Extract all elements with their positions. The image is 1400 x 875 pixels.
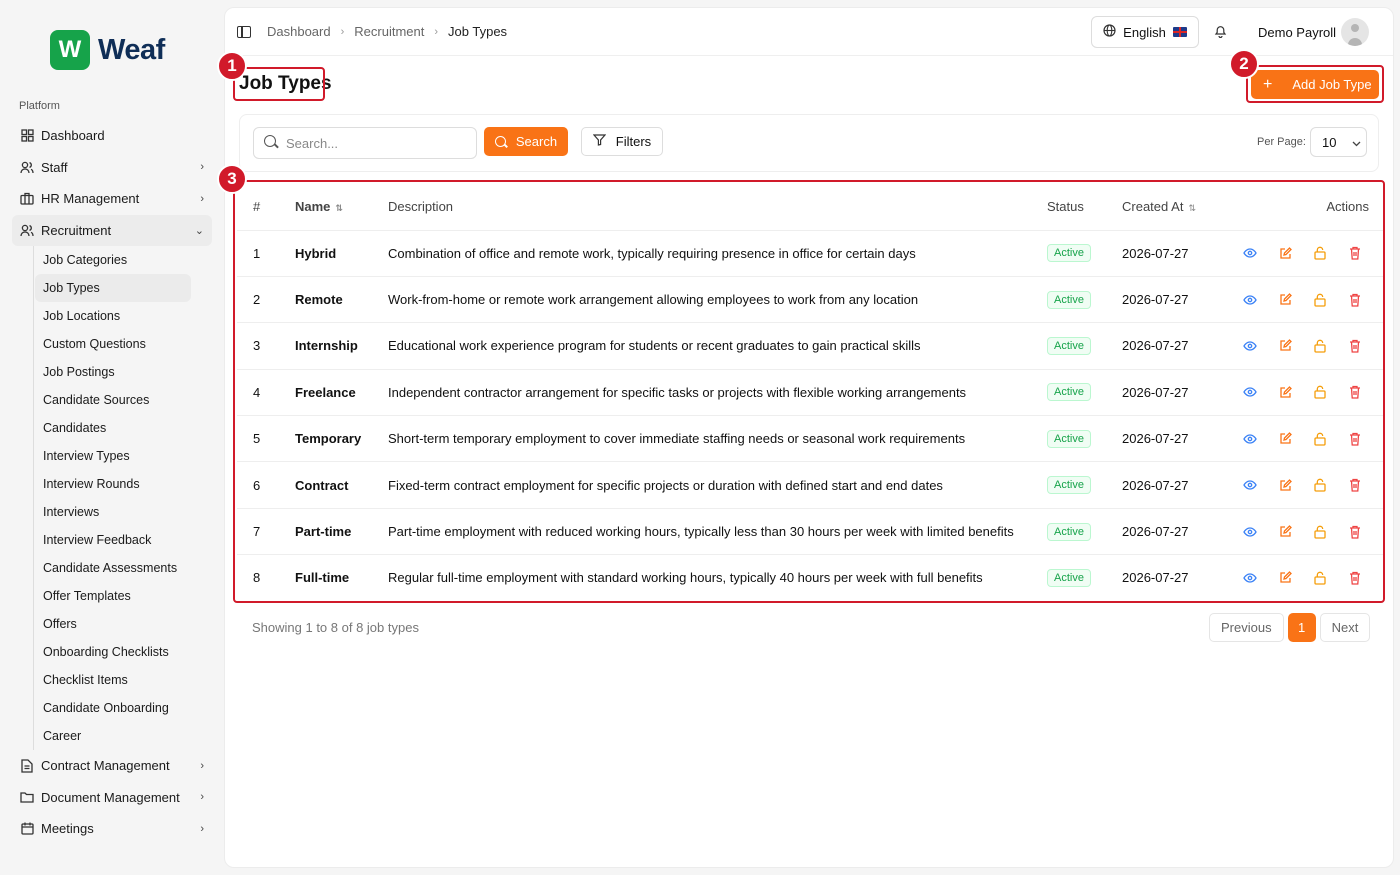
- per-page-value: 10: [1322, 134, 1337, 150]
- bell-icon[interactable]: [1214, 24, 1227, 41]
- folder-icon: [20, 790, 34, 804]
- subnav-job-types[interactable]: Job Types: [35, 274, 191, 302]
- annotation-badge-3: 3: [217, 164, 247, 194]
- search-icon: [494, 136, 506, 147]
- subnav-job-postings[interactable]: Job Postings: [35, 358, 191, 386]
- filter-bar: Search Filters Per Page: 10: [239, 114, 1379, 172]
- subnav-offers[interactable]: Offers: [35, 610, 191, 638]
- avatar[interactable]: [1341, 18, 1369, 46]
- pagination-summary: Showing 1 to 8 of 8 job types: [252, 620, 419, 635]
- subnav-onboarding-checklists[interactable]: Onboarding Checklists: [35, 638, 191, 666]
- sidebar-item-document-management[interactable]: Document Management ›: [12, 782, 212, 814]
- recruitment-subnav: Job Categories Job Types Job Locations C…: [33, 246, 212, 750]
- per-page-select[interactable]: 10: [1310, 127, 1367, 157]
- sidebar-item-label: Meetings: [41, 821, 94, 837]
- sidebar-item-label: Recruitment: [41, 222, 112, 238]
- uk-flag-icon: [1172, 27, 1187, 37]
- logo-text: Weaf: [98, 33, 165, 66]
- section-label: Platform: [19, 100, 60, 112]
- subnav-interview-feedback[interactable]: Interview Feedback: [35, 526, 191, 554]
- chevron-right-icon: ›: [434, 25, 439, 38]
- annotation-badge-2: 2: [1229, 49, 1259, 79]
- chevron-down-icon: ⌄: [194, 224, 204, 237]
- sidebar: W Weaf Platform Dashboard Staff › HR Man…: [0, 0, 222, 875]
- sidebar-nav: Dashboard Staff › HR Management › Recrui…: [12, 120, 212, 845]
- logo[interactable]: W Weaf: [50, 30, 165, 70]
- chevron-right-icon: ›: [200, 759, 204, 772]
- sidebar-item-label: Dashboard: [41, 128, 105, 144]
- chevron-right-icon: ›: [200, 791, 204, 804]
- sidebar-item-hr-management[interactable]: HR Management ›: [12, 183, 212, 215]
- annotation-box-1: [233, 67, 325, 101]
- subnav-checklist-items[interactable]: Checklist Items: [35, 666, 191, 694]
- per-page-label: Per Page:: [1257, 136, 1306, 148]
- sidebar-item-label: Document Management: [41, 789, 180, 805]
- breadcrumb-current: Job Types: [448, 24, 508, 39]
- sidebar-item-recruitment[interactable]: Recruitment ⌄: [12, 214, 212, 246]
- chevron-right-icon: ›: [200, 822, 204, 835]
- chevron-right-icon: ›: [200, 161, 204, 174]
- sidebar-toggle-icon[interactable]: [237, 25, 251, 38]
- briefcase-icon: [20, 192, 34, 206]
- previous-button[interactable]: Previous: [1209, 613, 1284, 642]
- breadcrumb: Dashboard › Recruitment › Job Types: [237, 24, 507, 39]
- annotation-badge-1: 1: [217, 51, 247, 81]
- chevron-right-icon: ›: [200, 192, 204, 205]
- search-button-label: Search: [515, 134, 558, 149]
- subnav-offer-templates[interactable]: Offer Templates: [35, 582, 191, 610]
- filters-label: Filters: [615, 134, 652, 149]
- subnav-career[interactable]: Career: [35, 722, 191, 750]
- subnav-candidate-onboarding[interactable]: Candidate Onboarding: [35, 694, 191, 722]
- subnav-job-categories[interactable]: Job Categories: [35, 246, 191, 274]
- file-icon: [20, 759, 34, 773]
- language-label: English: [1123, 24, 1166, 40]
- user-icon: [20, 223, 34, 237]
- annotation-box-3: [233, 180, 1385, 603]
- chevron-down-icon: [1352, 135, 1361, 150]
- globe-icon: [1103, 24, 1116, 40]
- calendar-icon: [20, 822, 34, 836]
- sidebar-item-meetings[interactable]: Meetings ›: [12, 813, 212, 845]
- breadcrumb-dashboard[interactable]: Dashboard: [267, 24, 331, 39]
- annotation-box-2: [1246, 65, 1384, 103]
- subnav-job-locations[interactable]: Job Locations: [35, 302, 191, 330]
- filter-icon: [592, 134, 607, 149]
- chevron-right-icon: ›: [340, 25, 345, 38]
- grid-icon: [20, 129, 34, 143]
- page-button-current[interactable]: 1: [1287, 613, 1316, 642]
- subnav-candidate-assessments[interactable]: Candidate Assessments: [35, 554, 191, 582]
- sidebar-item-label: Staff: [41, 159, 68, 175]
- search-input[interactable]: [253, 127, 477, 159]
- logo-badge: W: [50, 30, 90, 70]
- subnav-custom-questions[interactable]: Custom Questions: [35, 330, 191, 358]
- sidebar-item-label: HR Management: [41, 191, 140, 207]
- topbar: Dashboard › Recruitment › Job Types Engl…: [225, 8, 1393, 56]
- language-button[interactable]: English: [1091, 16, 1199, 48]
- subnav-candidates[interactable]: Candidates: [35, 414, 191, 442]
- breadcrumb-recruitment[interactable]: Recruitment: [354, 24, 424, 39]
- search-button[interactable]: Search: [484, 127, 568, 156]
- subnav-interviews[interactable]: Interviews: [35, 498, 191, 526]
- sidebar-item-contract-management[interactable]: Contract Management ›: [12, 750, 212, 782]
- subnav-interview-types[interactable]: Interview Types: [35, 442, 191, 470]
- sidebar-item-dashboard[interactable]: Dashboard: [12, 120, 212, 152]
- search-icon: [264, 135, 276, 147]
- users-icon: [20, 160, 34, 174]
- sidebar-item-staff[interactable]: Staff ›: [12, 152, 212, 184]
- user-name[interactable]: Demo Payroll: [1258, 25, 1336, 40]
- subnav-interview-rounds[interactable]: Interview Rounds: [35, 470, 191, 498]
- sidebar-item-label: Contract Management: [41, 758, 170, 774]
- next-button[interactable]: Next: [1319, 613, 1371, 642]
- filters-button[interactable]: Filters: [581, 127, 663, 156]
- pagination: Previous 1 Next: [1209, 613, 1371, 642]
- subnav-candidate-sources[interactable]: Candidate Sources: [35, 386, 191, 414]
